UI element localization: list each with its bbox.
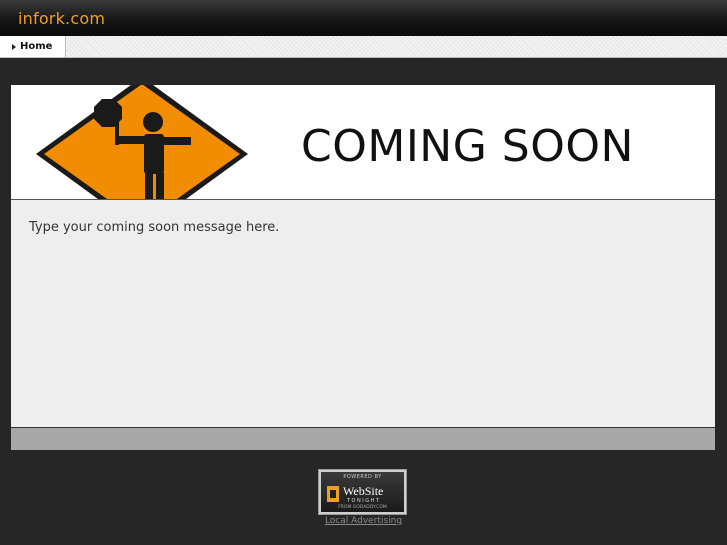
top-header: infork.com bbox=[0, 0, 727, 36]
local-advertising-link[interactable]: Local Advertising bbox=[0, 516, 727, 526]
powered-by-badge[interactable]: POWERED BY WebSite TONIGHT FROM GODADDY.… bbox=[318, 469, 407, 515]
badge-panel: POWERED BY WebSite TONIGHT FROM GODADDY.… bbox=[321, 472, 404, 512]
banner-heading: COMING SOON bbox=[301, 121, 634, 172]
navigation-bar: Home bbox=[0, 36, 727, 58]
badge-from-text: FROM GODADDY.COM bbox=[338, 505, 387, 510]
badge-top-text: POWERED BY bbox=[343, 474, 382, 480]
content-footer-bar bbox=[11, 428, 715, 450]
badge-sub-text: TONIGHT bbox=[347, 498, 381, 504]
construction-sign-icon bbox=[36, 85, 248, 199]
nav-item-label: Home bbox=[20, 41, 53, 52]
coming-soon-message: Type your coming soon message here. bbox=[29, 220, 280, 235]
site-title[interactable]: infork.com bbox=[18, 9, 105, 28]
arrow-right-icon bbox=[12, 43, 16, 50]
content-area: Type your coming soon message here. bbox=[11, 200, 715, 428]
nav-item-home[interactable]: Home bbox=[0, 36, 66, 57]
websitetonight-logo-icon bbox=[327, 486, 339, 502]
badge-main-text: WebSite bbox=[343, 484, 384, 498]
coming-soon-banner: COMING SOON bbox=[11, 85, 715, 200]
